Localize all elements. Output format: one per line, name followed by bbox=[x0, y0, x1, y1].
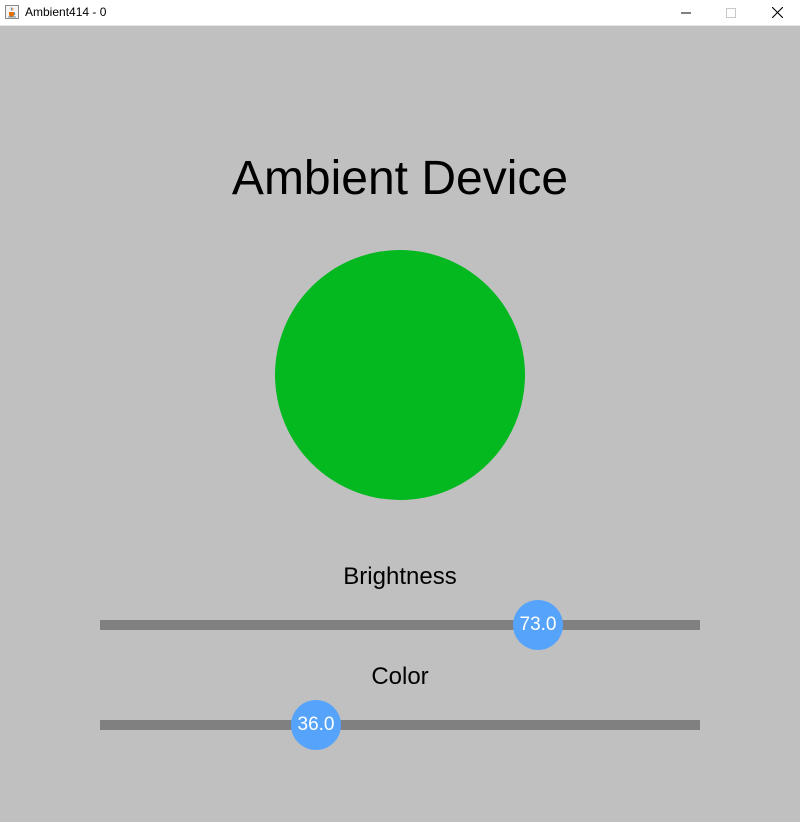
brightness-slider-track[interactable] bbox=[100, 620, 700, 630]
app-window: Ambient414 - 0 Ambient Device Brightness… bbox=[0, 0, 800, 822]
page-title: Ambient Device bbox=[231, 152, 569, 205]
color-label: Color bbox=[371, 663, 429, 690]
brightness-value: 73.0 bbox=[519, 614, 557, 635]
window-title: Ambient414 - 0 bbox=[25, 5, 107, 19]
minimize-icon bbox=[681, 8, 691, 18]
close-icon bbox=[771, 7, 783, 18]
color-value: 36.0 bbox=[297, 714, 335, 735]
color-slider-track[interactable] bbox=[100, 720, 700, 730]
title-bar[interactable]: Ambient414 - 0 bbox=[0, 0, 800, 26]
ambient-lamp-circle bbox=[275, 250, 525, 500]
color-slider-thumb[interactable]: 36.0 bbox=[291, 700, 341, 750]
java-cup-icon bbox=[5, 5, 19, 19]
brightness-label: Brightness bbox=[343, 563, 457, 590]
maximize-icon bbox=[726, 7, 736, 18]
brightness-slider-thumb[interactable]: 73.0 bbox=[513, 600, 563, 650]
minimize-button[interactable] bbox=[663, 0, 709, 25]
close-button[interactable] bbox=[754, 0, 800, 25]
color-slider[interactable]: 36.0 bbox=[100, 700, 700, 750]
maximize-button[interactable] bbox=[708, 0, 754, 25]
brightness-slider[interactable]: 73.0 bbox=[100, 600, 700, 650]
